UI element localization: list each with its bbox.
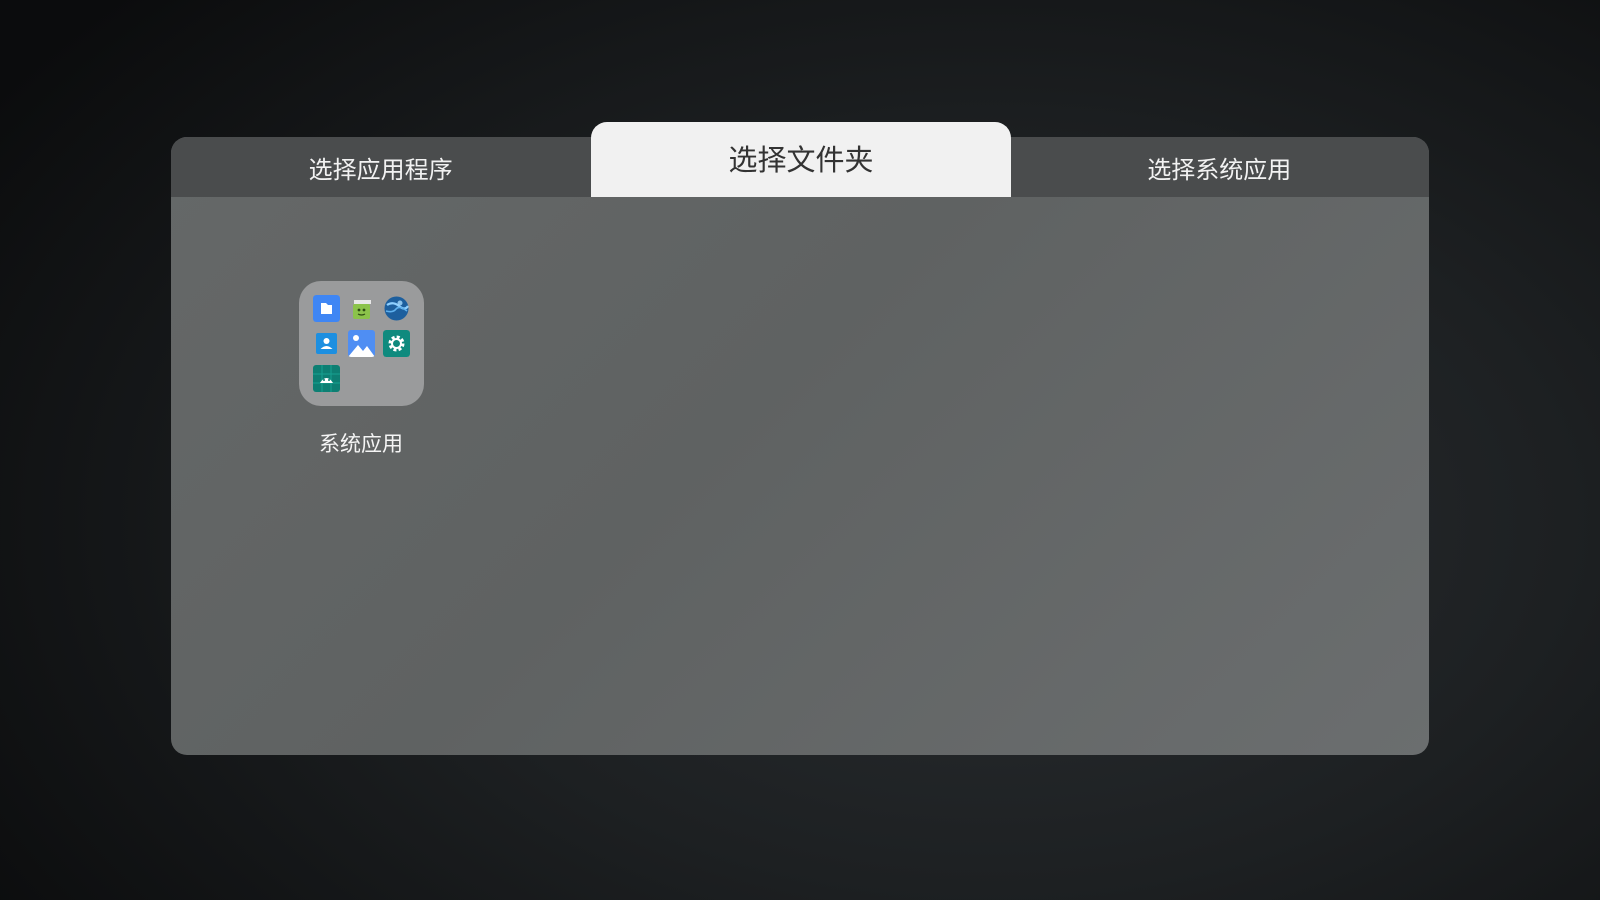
tab-select-system-app-label: 选择系统应用 bbox=[1147, 155, 1292, 184]
store-icon bbox=[348, 295, 375, 322]
gallery-icon bbox=[347, 330, 375, 357]
files-icon bbox=[312, 295, 340, 322]
browser-icon bbox=[383, 295, 410, 322]
tab-select-system-app[interactable]: 选择系统应用 bbox=[1010, 137, 1429, 197]
folder-label: 系统应用 bbox=[319, 432, 403, 456]
contacts-icon bbox=[313, 330, 340, 357]
tab-select-folder-label: 选择文件夹 bbox=[728, 142, 874, 177]
folder-icon bbox=[298, 281, 424, 406]
tab-select-app[interactable]: 选择应用程序 bbox=[171, 137, 590, 197]
tab-select-folder[interactable]: 选择文件夹 bbox=[591, 122, 1011, 197]
settings-icon bbox=[382, 330, 410, 357]
android-icon bbox=[312, 365, 340, 392]
tab-select-app-label: 选择应用程序 bbox=[308, 155, 453, 184]
system-apps-folder[interactable]: 系统应用 bbox=[298, 281, 424, 458]
